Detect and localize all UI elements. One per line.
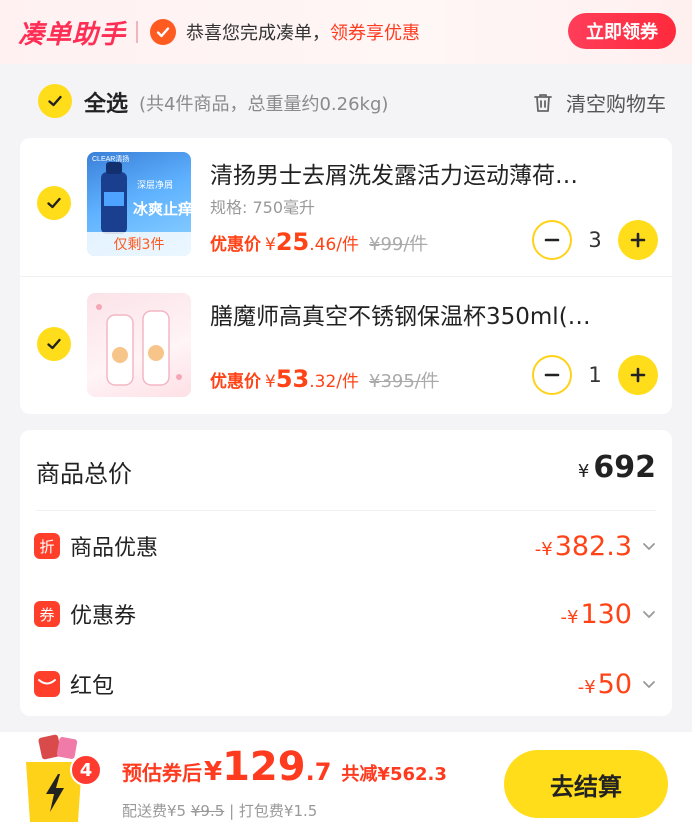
subtotal-amount: 692	[593, 450, 656, 485]
header-bar: 凑单助手 恭喜您完成凑单，领券享优惠 立即领券	[0, 0, 692, 64]
quantity-stepper: 1	[532, 355, 658, 395]
product-image-tagline: 冰爽止痒	[133, 200, 191, 218]
fee-details: 配送费¥5 ¥9.5 | 打包费¥1.5	[122, 800, 317, 821]
thermos-illustration	[96, 304, 182, 386]
discount-amount: 382.3	[554, 530, 632, 562]
clear-cart-button[interactable]: 清空购物车	[532, 88, 666, 117]
fee-separator: |	[229, 802, 235, 820]
item-checkbox[interactable]	[37, 327, 71, 361]
discount-value: - ¥ 50	[578, 669, 632, 700]
quantity-value[interactable]: 3	[572, 228, 618, 252]
select-all-bar: 全选 (共4件商品，总重量约0.26kg) 清空购物车	[0, 64, 692, 136]
shipping-fee-original: ¥9.5	[190, 802, 225, 820]
discount-icon: 折	[34, 533, 60, 559]
minus-icon	[544, 373, 560, 377]
discount-label: 红包	[70, 674, 115, 699]
cart-item: CLEAR清扬 深层净屑 冰爽止痒 仅剩3件 清扬男士去屑洗发露活力运动薄荷… …	[20, 138, 672, 276]
brand-logo: 凑单助手	[18, 19, 127, 50]
discount-value: - ¥ 382.3	[535, 531, 632, 562]
checkout-button[interactable]: 去结算	[504, 750, 668, 818]
chevron-down-icon	[640, 675, 658, 693]
decrease-quantity-button[interactable]	[532, 220, 572, 260]
subtotal-label: 商品总价	[36, 460, 132, 488]
shipping-fee: 配送费¥5	[122, 802, 187, 820]
packing-fee: 打包费¥1.5	[238, 802, 318, 820]
stock-tag: 仅剩3件	[87, 232, 191, 256]
discount-amount: 130	[580, 598, 632, 630]
red-envelope-icon	[34, 671, 60, 697]
cart-item: 膳魔师高真空不锈钢保温杯350ml(… 优惠价 ¥ 53 .32/件 ¥395/…	[20, 276, 672, 414]
price-label: 优惠价	[210, 235, 261, 255]
subtotal-value: ¥ 692	[578, 450, 656, 485]
minus-icon	[544, 238, 560, 242]
cart-summary-text: (共4件商品，总重量约0.26kg)	[139, 94, 389, 115]
cart-count-badge: 4	[70, 754, 102, 786]
quantity-value[interactable]: 1	[572, 363, 618, 387]
trash-icon	[534, 93, 552, 112]
price-integer: 25	[275, 228, 310, 256]
header-message-text: 恭喜您完成凑单，	[186, 23, 331, 44]
estimate-currency: ¥	[204, 757, 223, 787]
chevron-down-icon	[640, 605, 658, 623]
quantity-stepper: 3	[532, 220, 658, 260]
header-message-highlight: 领券享优惠	[330, 23, 421, 44]
product-image-brand: CLEAR清扬	[92, 154, 129, 163]
discount-currency: ¥	[567, 606, 579, 628]
claim-coupon-button[interactable]: 立即领券	[568, 13, 676, 49]
estimated-price: 预估券后 ¥ 129 .7 共减¥562.3	[122, 744, 447, 790]
discount-currency: ¥	[541, 538, 553, 560]
price-integer: 53	[275, 365, 310, 393]
discount-row-coupon[interactable]: 券 优惠券 - ¥ 130	[34, 594, 658, 634]
increase-quantity-button[interactable]	[618, 220, 658, 260]
clear-cart-label: 清空购物车	[566, 92, 666, 116]
discount-label: 商品优惠	[70, 536, 159, 561]
cart-items-card: CLEAR清扬 深层净屑 冰爽止痒 仅剩3件 清扬男士去屑洗发露活力运动薄荷… …	[20, 138, 672, 414]
item-price: 优惠价 ¥ 53 .32/件 ¥395/件	[210, 365, 439, 393]
item-spec: 规格: 750毫升	[210, 198, 316, 217]
price-currency: ¥	[265, 235, 276, 255]
increase-quantity-button[interactable]	[618, 355, 658, 395]
item-title[interactable]: 膳魔师高真空不锈钢保温杯350ml(…	[210, 297, 650, 331]
subtotal-currency: ¥	[577, 461, 590, 482]
coupon-icon: 券	[34, 601, 60, 627]
item-price: 优惠价 ¥ 25 .46/件 ¥99/件	[210, 228, 427, 256]
header-message: 恭喜您完成凑单，领券享优惠	[186, 19, 420, 45]
plus-icon	[630, 232, 646, 248]
estimate-label: 预估券后	[122, 761, 202, 785]
header-divider	[136, 21, 139, 43]
price-summary-card: 商品总价 ¥ 692 折 商品优惠 - ¥ 382.3 券 优惠券 - ¥ 13…	[20, 430, 672, 716]
original-price: ¥395/件	[369, 371, 439, 392]
chevron-down-icon	[640, 537, 658, 555]
total-savings: 共减¥562.3	[341, 764, 447, 785]
discount-row-product[interactable]: 折 商品优惠 - ¥ 382.3	[34, 526, 658, 566]
price-currency: ¥	[265, 372, 276, 392]
discount-value: - ¥ 130	[561, 599, 633, 630]
product-image-caption: 深层净屑	[137, 179, 173, 191]
estimate-integer: 129	[222, 744, 306, 790]
estimate-decimal: .7	[305, 758, 332, 786]
checkout-bar: 4 预估券后 ¥ 129 .7 共减¥562.3 配送费¥5 ¥9.5 | 打包…	[0, 732, 692, 836]
price-decimal: .46/件	[309, 235, 359, 255]
price-decimal: .32/件	[309, 372, 359, 392]
discount-amount: 50	[597, 668, 632, 700]
price-label: 优惠价	[210, 372, 261, 392]
product-image[interactable]: CLEAR清扬 深层净屑 冰爽止痒 仅剩3件	[87, 152, 191, 256]
success-check-icon	[150, 19, 177, 45]
product-image[interactable]	[87, 293, 191, 397]
summary-divider	[36, 510, 656, 511]
discount-row-red-envelope[interactable]: 红包 - ¥ 50	[34, 664, 658, 704]
plus-icon	[630, 367, 646, 383]
discount-currency: ¥	[584, 676, 596, 698]
select-all-label[interactable]: 全选	[84, 86, 128, 118]
discount-label: 优惠券	[70, 604, 137, 629]
item-title[interactable]: 清扬男士去屑洗发露活力运动薄荷…	[210, 156, 650, 190]
decrease-quantity-button[interactable]	[532, 355, 572, 395]
original-price: ¥99/件	[369, 234, 428, 255]
item-checkbox[interactable]	[37, 186, 71, 220]
select-all-checkbox[interactable]	[38, 84, 72, 118]
